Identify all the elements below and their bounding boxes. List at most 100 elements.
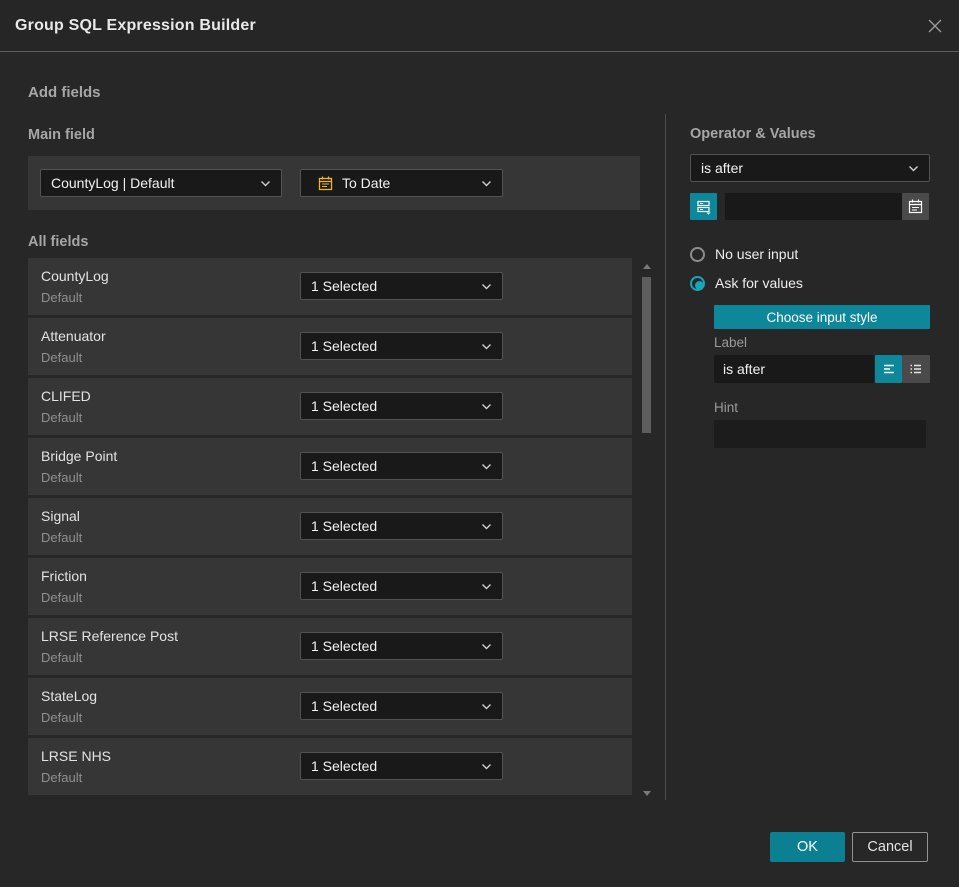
main-field-panel: CountyLog | Default To Date: [28, 156, 640, 210]
chevron-down-icon: [482, 180, 491, 186]
field-name: Friction: [41, 568, 87, 584]
date-field-select[interactable]: To Date: [300, 169, 503, 197]
main-field-select[interactable]: CountyLog | Default: [40, 169, 282, 197]
field-values-select-value: 1 Selected: [311, 278, 378, 294]
all-fields-heading: All fields: [28, 234, 89, 250]
ok-button[interactable]: OK: [770, 832, 845, 862]
field-subtitle: Default: [41, 770, 83, 785]
radio-ask-for-values[interactable]: Ask for values: [690, 275, 803, 291]
operator-select-value: is after: [701, 160, 744, 176]
list-style-button[interactable]: [902, 355, 930, 383]
scrollbar-down-arrow-icon[interactable]: [643, 791, 651, 796]
field-name: Attenuator: [41, 328, 106, 344]
single-line-style-button[interactable]: [875, 355, 902, 383]
field-values-select[interactable]: 1 Selected: [300, 752, 503, 780]
field-subtitle: Default: [41, 350, 83, 365]
field-values-select[interactable]: 1 Selected: [300, 512, 503, 540]
radio-label: Ask for values: [715, 275, 803, 291]
field-name: CountyLog: [41, 268, 109, 284]
field-values-select[interactable]: 1 Selected: [300, 692, 503, 720]
field-subtitle: Default: [41, 290, 83, 305]
field-row: Bridge Point Default 1 Selected: [28, 438, 632, 495]
radio-button-icon: [690, 275, 705, 291]
field-name: LRSE NHS: [41, 748, 112, 764]
dialog-title: Group SQL Expression Builder: [15, 16, 256, 34]
panel-divider: [665, 114, 666, 800]
chevron-down-icon: [482, 403, 491, 409]
field-row: Signal Default 1 Selected: [28, 498, 632, 555]
field-values-select[interactable]: 1 Selected: [300, 452, 503, 480]
chevron-down-icon: [482, 643, 491, 649]
field-name: Signal: [41, 508, 80, 524]
field-row: Friction Default 1 Selected: [28, 558, 632, 615]
chevron-down-icon: [482, 283, 491, 289]
field-name: StateLog: [41, 688, 98, 704]
field-values-select-value: 1 Selected: [311, 638, 378, 654]
scrollbar-thumb[interactable]: [642, 277, 651, 433]
field-subtitle: Default: [41, 650, 83, 665]
dialog-header: Group SQL Expression Builder: [0, 0, 959, 52]
field-name: Bridge Point: [41, 448, 118, 464]
field-values-select-value: 1 Selected: [311, 518, 378, 534]
field-name: CLIFED: [41, 388, 91, 404]
field-subtitle: Default: [41, 530, 83, 545]
field-row: CLIFED Default 1 Selected: [28, 378, 632, 435]
calendar-icon: [908, 199, 923, 214]
field-values-select-value: 1 Selected: [311, 458, 378, 474]
label-field-label: Label: [714, 335, 748, 350]
hint-field-label: Hint: [714, 400, 739, 415]
label-input[interactable]: [714, 355, 874, 383]
choose-input-style-button[interactable]: Choose input style: [714, 305, 930, 329]
operator-values-heading: Operator & Values: [690, 126, 816, 142]
field-subtitle: Default: [41, 590, 83, 605]
field-values-select-value: 1 Selected: [311, 338, 378, 354]
field-values-select[interactable]: 1 Selected: [300, 572, 503, 600]
field-values-select-value: 1 Selected: [311, 698, 378, 714]
chevron-down-icon: [482, 463, 491, 469]
value-type-button[interactable]: [690, 193, 717, 220]
field-values-select[interactable]: 1 Selected: [300, 632, 503, 660]
field-name: LRSE Reference Post: [41, 628, 178, 644]
close-button[interactable]: [925, 16, 945, 36]
chevron-down-icon: [482, 523, 491, 529]
bulleted-list-icon: [910, 364, 921, 374]
field-subtitle: Default: [41, 710, 83, 725]
radio-no-user-input[interactable]: No user input: [690, 246, 798, 262]
main-field-select-value: CountyLog | Default: [51, 175, 175, 191]
add-fields-heading: Add fields: [28, 84, 101, 101]
chevron-down-icon: [482, 703, 491, 709]
all-fields-list: CountyLog Default 1 Selected Attenuator …: [28, 258, 632, 798]
calendar-icon: [311, 175, 334, 192]
operator-select[interactable]: is after: [690, 154, 930, 182]
field-row: LRSE Reference Post Default 1 Selected: [28, 618, 632, 675]
chevron-down-icon: [909, 165, 918, 171]
field-row: Attenuator Default 1 Selected: [28, 318, 632, 375]
field-row: StateLog Default 1 Selected: [28, 678, 632, 735]
field-values-select[interactable]: 1 Selected: [300, 272, 503, 300]
value-input[interactable]: [725, 193, 902, 220]
radio-label: No user input: [715, 246, 799, 262]
field-row: CountyLog Default 1 Selected: [28, 258, 632, 315]
date-picker-button[interactable]: [902, 193, 929, 220]
chevron-down-icon: [482, 343, 491, 349]
chevron-down-icon: [261, 180, 270, 186]
field-subtitle: Default: [41, 410, 83, 425]
chevron-down-icon: [482, 583, 491, 589]
group-sql-expression-builder-dialog: Group SQL Expression Builder Add fields …: [0, 0, 959, 887]
scrollbar-up-arrow-icon[interactable]: [643, 264, 651, 269]
field-values-select[interactable]: 1 Selected: [300, 392, 503, 420]
field-row: LRSE NHS Default 1 Selected: [28, 738, 632, 795]
field-values-select[interactable]: 1 Selected: [300, 332, 503, 360]
date-field-select-value: To Date: [342, 175, 391, 191]
chevron-down-icon: [482, 763, 491, 769]
value-list-icon: [697, 200, 711, 215]
field-values-select-value: 1 Selected: [311, 758, 378, 774]
hint-input[interactable]: [714, 420, 926, 448]
field-subtitle: Default: [41, 470, 83, 485]
cancel-button[interactable]: Cancel: [852, 832, 928, 862]
list-scrollbar[interactable]: [642, 260, 651, 800]
close-icon: [928, 19, 942, 33]
field-values-select-value: 1 Selected: [311, 398, 378, 414]
main-field-heading: Main field: [28, 127, 95, 143]
field-values-select-value: 1 Selected: [311, 578, 378, 594]
